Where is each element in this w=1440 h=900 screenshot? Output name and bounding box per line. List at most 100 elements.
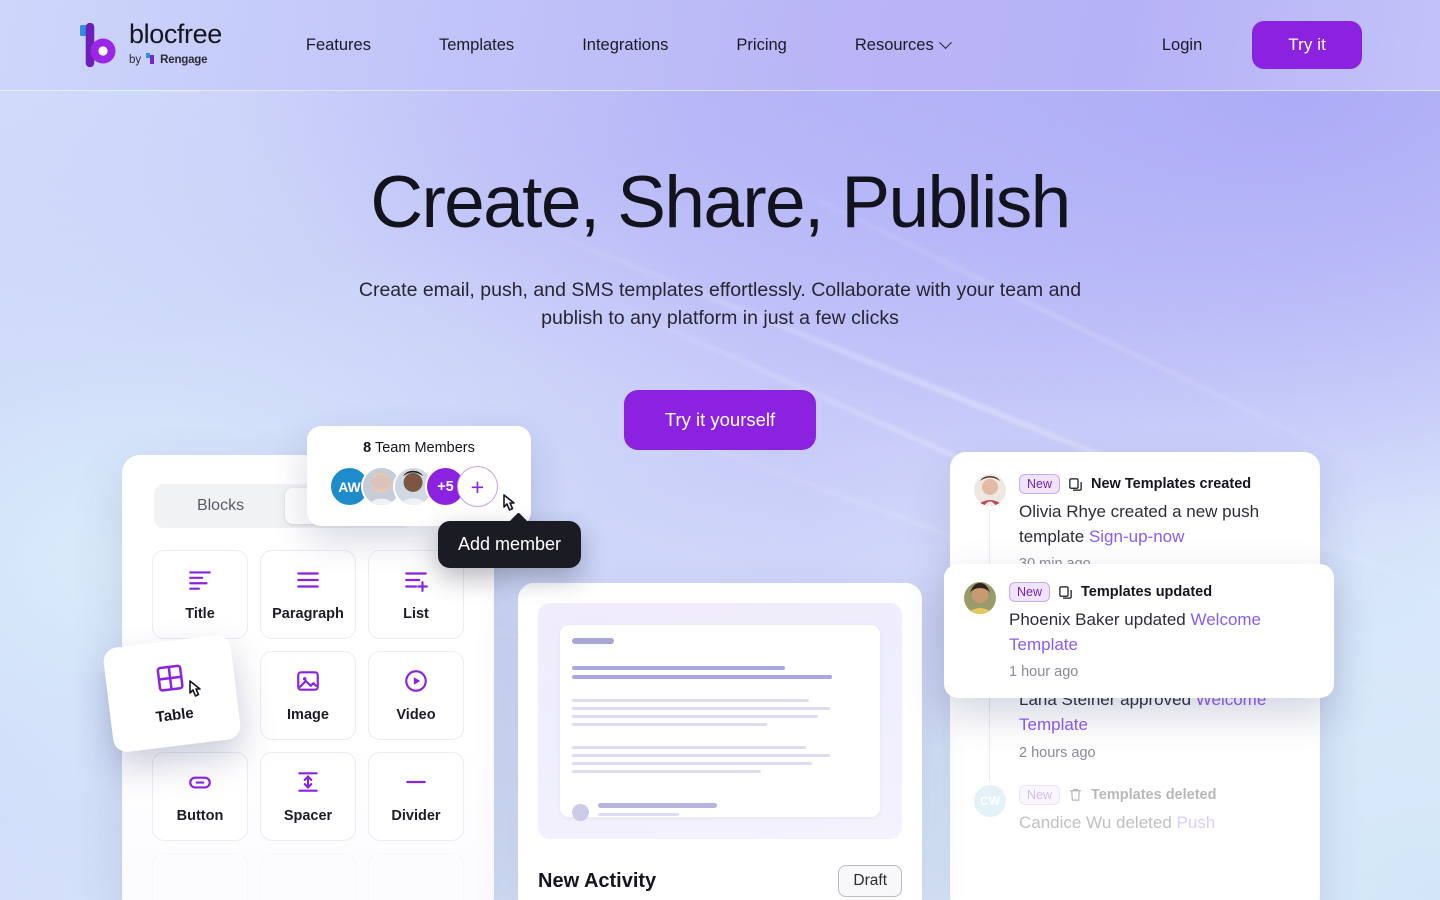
skeleton-line	[572, 754, 830, 757]
activity-time: 2 hours ago	[1019, 744, 1096, 761]
logo-by-label: by	[129, 53, 142, 66]
nav-item-resources[interactable]: Resources	[855, 30, 952, 61]
nav-label: Templates	[438, 35, 515, 54]
preview-footer: New Activity Draft	[538, 865, 902, 897]
block-item-crop[interactable]: Crop	[368, 853, 464, 900]
skeleton-line	[572, 746, 806, 749]
copy-icon	[1068, 477, 1083, 492]
copy-icon	[1058, 585, 1073, 600]
activity-body: New New Templates created Olivia Rhye cr…	[1019, 474, 1296, 572]
team-members-label: Team Members	[374, 440, 475, 456]
activity-link[interactable]: Sign-up-now	[1089, 527, 1184, 546]
tab-blocks[interactable]: Blocks	[158, 488, 283, 524]
skeleton-line	[572, 770, 762, 773]
block-item-paragraph[interactable]: Paragraph	[260, 550, 356, 639]
activity-link[interactable]: Push	[1177, 813, 1216, 832]
skeleton-line	[572, 762, 812, 765]
hero-section: Create, Share, Publish Create email, pus…	[0, 91, 1440, 451]
title-icon	[187, 567, 213, 593]
skeleton-line	[572, 675, 833, 679]
activity-type: Templates updated	[1081, 584, 1213, 600]
block-item-spacer[interactable]: Spacer	[260, 752, 356, 841]
activity-type: Templates deleted	[1091, 786, 1217, 803]
nav-label: Integrations	[582, 35, 669, 54]
activity-item: New Templates updated Phoenix Baker upda…	[964, 582, 1314, 680]
divider-icon	[403, 769, 429, 795]
add-member-button[interactable]: +	[457, 466, 498, 507]
page-title: Create, Share, Publish	[370, 162, 1071, 243]
header-actions: Login Try it	[1162, 21, 1362, 69]
list-icon	[403, 567, 429, 593]
try-it-button[interactable]: Try it	[1252, 21, 1362, 69]
nav-label: Pricing	[736, 35, 787, 54]
block-label: Video	[396, 707, 436, 723]
activity-item[interactable]: New New Templates created Olivia Rhye cr…	[974, 474, 1296, 593]
block-item-button[interactable]: Button	[152, 752, 248, 841]
trash-icon	[1068, 787, 1083, 802]
block-item-title[interactable]: Title	[152, 550, 248, 639]
status-badge[interactable]: Draft	[838, 865, 902, 897]
new-badge: New	[1019, 474, 1061, 494]
logo[interactable]: blocfree by Rengage	[78, 21, 222, 69]
skeleton-footer	[572, 803, 868, 821]
template-preview	[538, 603, 902, 839]
activity-text: Olivia Rhye created a new push template …	[1019, 500, 1296, 549]
avatar-initials: CW	[980, 793, 1000, 808]
activity-type: New Templates created	[1091, 476, 1252, 492]
avatar-count-label: +5	[437, 478, 454, 495]
block-item-image[interactable]: Image	[260, 651, 356, 740]
main-nav: Features Templates Integrations Pricing …	[306, 30, 952, 61]
try-it-yourself-button[interactable]: Try it yourself	[623, 390, 817, 451]
blocfree-logo-icon	[78, 22, 120, 68]
block-label: Title	[185, 606, 215, 622]
block-item-box[interactable]: Box	[260, 853, 356, 900]
logo-wordmark: blocfree	[129, 19, 222, 49]
team-members-title: 8 Team Members	[307, 426, 531, 456]
login-link[interactable]: Login	[1162, 36, 1202, 55]
skeleton-line	[572, 638, 614, 644]
add-member-tooltip: Add member	[438, 521, 582, 568]
block-label: Paragraph	[272, 606, 344, 622]
block-item-divider[interactable]: Divider	[368, 752, 464, 841]
nav-item-pricing[interactable]: Pricing	[736, 30, 786, 61]
logo-by-brand: Rengage	[160, 53, 208, 66]
nav-item-templates[interactable]: Templates	[439, 30, 514, 61]
block-item-video[interactable]: Video	[368, 651, 464, 740]
nav-label: Features	[305, 35, 371, 54]
dragged-block-label: Table	[154, 704, 195, 727]
dragged-block-table[interactable]: Table	[102, 633, 242, 754]
nav-item-integrations[interactable]: Integrations	[582, 30, 668, 61]
preview-title: New Activity	[538, 869, 657, 892]
team-members-count: 8	[363, 440, 372, 456]
site-header: blocfree by Rengage Features Templates I…	[0, 0, 1440, 91]
avatar	[974, 474, 1006, 506]
block-label: Button	[176, 808, 224, 824]
skeleton-line	[572, 707, 830, 710]
avatar: CW	[974, 784, 1006, 817]
team-members-card: 8 Team Members AW +5 +	[307, 426, 531, 526]
template-preview-sheet	[560, 625, 880, 821]
hero-subtitle: Create email, push, and SMS templates ef…	[358, 278, 1082, 329]
block-label: Image	[287, 707, 329, 723]
skeleton-line	[572, 699, 809, 702]
activity-preview-card: New Activity Draft	[518, 583, 922, 900]
block-label: Spacer	[283, 808, 333, 824]
activity-head: New Templates updated	[1009, 582, 1314, 602]
activity-text-main: Phoenix Baker updated	[1009, 610, 1191, 629]
video-icon	[403, 668, 429, 694]
button-icon	[187, 769, 213, 795]
floating-activity-card[interactable]: New Templates updated Phoenix Baker upda…	[944, 564, 1334, 699]
paragraph-icon	[295, 567, 321, 593]
block-label: Divider	[391, 808, 441, 824]
image-icon	[295, 668, 321, 694]
activity-head: New New Templates created	[1019, 474, 1296, 494]
team-avatars: AW +5 +	[307, 466, 531, 507]
table-icon	[153, 661, 186, 694]
nav-item-features[interactable]: Features	[306, 30, 371, 61]
activity-item[interactable]: CW New Templates deleted Candice Wu dele…	[974, 784, 1296, 836]
rengage-icon	[145, 52, 156, 69]
block-item-add[interactable]: Add	[152, 853, 248, 900]
new-badge: New	[1019, 784, 1061, 805]
activity-body: New Templates updated Phoenix Baker upda…	[1009, 582, 1314, 680]
skeleton-line	[572, 715, 818, 718]
